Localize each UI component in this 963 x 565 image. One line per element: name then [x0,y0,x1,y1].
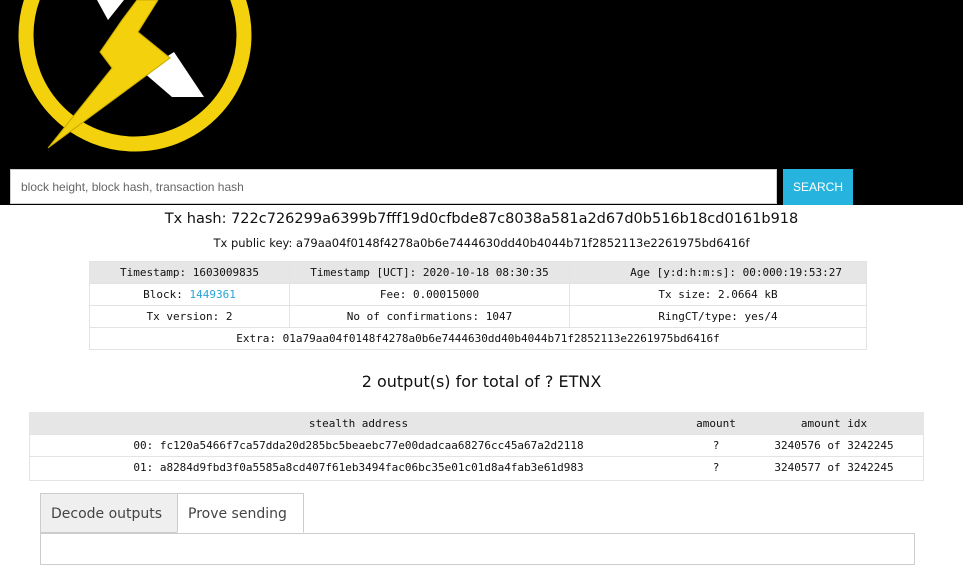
tab-prove-sending[interactable]: Prove sending [177,493,304,533]
tx-fee: Fee: 0.00015000 [289,283,570,306]
tx-hash: Tx hash: 722c726299a6399b7fff19d0cfbde87… [164,211,799,227]
ringct-type: RingCT/type: yes/4 [569,305,867,328]
stealth-address: 00: fc120a5466f7ca57dda20d285bc5beaebc77… [29,434,688,457]
tab-panel [40,533,915,565]
block-cell: Block: 1449361 [89,283,290,306]
tx-version: Tx version: 2 [89,305,290,328]
tx-info-table: Timestamp: 1603009835 Timestamp [UCT]: 2… [89,261,867,350]
outputs-header-row: stealth address amount amount idx [29,412,924,435]
timestamp-utc: Timestamp [UCT]: 2020-10-18 08:30:35 [289,261,570,284]
tx-info-row: Extra: 01a79aa04f0148f4278a0b6e7444630dd… [89,327,867,350]
search-button[interactable]: SEARCH [783,169,853,205]
column-header-stealth-address: stealth address [29,412,688,435]
stealth-address: 01: a8284d9fbd3f0a5585a8cd407f61eb3494fa… [29,456,688,478]
amount-idx: 3240577 of 3242245 [744,456,924,478]
tx-public-key: Tx public key: a79aa04f0148f4278a0b6e744… [213,236,750,250]
amount-idx: 3240576 of 3242245 [744,434,924,457]
block-link[interactable]: 1449361 [190,288,236,301]
confirmations: No of confirmations: 1047 [289,305,570,328]
outputs-title: 2 output(s) for total of ? ETNX [361,372,602,391]
output-amount: ? [688,434,744,457]
column-header-amount-idx: amount idx [744,412,924,435]
column-header-amount: amount [688,412,744,435]
table-row: 00: fc120a5466f7ca57dda20d285bc5beaebc77… [29,434,924,457]
tx-info-row: Tx version: 2 No of confirmations: 1047 … [89,305,867,328]
tx-extra: Extra: 01a79aa04f0148f4278a0b6e7444630dd… [89,327,867,350]
tx-size: Tx size: 2.0664 kB [569,283,867,306]
tx-info-row: Block: 1449361 Fee: 0.00015000 Tx size: … [89,283,867,306]
timestamp: Timestamp: 1603009835 [89,261,290,284]
tx-info-row: Timestamp: 1603009835 Timestamp [UCT]: 2… [89,261,867,284]
search-input[interactable] [10,169,777,204]
table-row: 01: a8284d9fbd3f0a5585a8cd407f61eb3494fa… [29,456,924,478]
tab-decode-outputs[interactable]: Decode outputs [40,493,178,533]
tx-age: Age [y:d:h:m:s]: 00:000:19:53:27 [569,261,867,284]
block-label: Block: [143,288,190,301]
outputs-table: stealth address amount amount idx 00: fc… [29,412,924,478]
output-amount: ? [688,456,744,478]
lightning-bolt-logo[interactable] [0,0,270,160]
